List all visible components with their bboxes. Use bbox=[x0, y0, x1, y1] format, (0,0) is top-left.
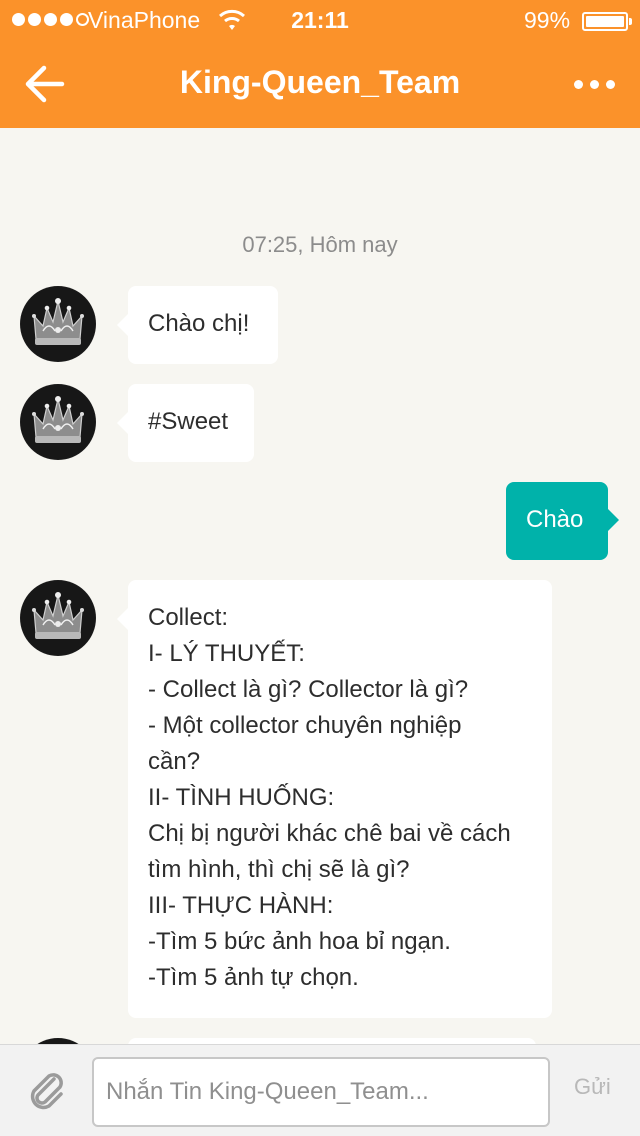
message-list[interactable]: 07:25, Hôm nay Chào chị! #Sweet Chào Col… bbox=[0, 128, 640, 1044]
more-options-icon[interactable] bbox=[574, 72, 616, 96]
message-line: -Tìm 5 bức ảnh hoa bỉ ngạn. bbox=[148, 928, 451, 955]
message-line: - Một collector chuyên nghiệp bbox=[148, 712, 462, 739]
battery-percentage: 99% bbox=[524, 7, 571, 33]
message-line: tìm hình, thì chị sẽ là gì? bbox=[148, 856, 410, 883]
sender-avatar[interactable] bbox=[20, 580, 96, 656]
message-input[interactable] bbox=[92, 1057, 550, 1127]
message-line: - Collect là gì? Collector là gì? bbox=[148, 676, 469, 703]
message-text: #Sweet bbox=[148, 408, 229, 435]
outgoing-message-bubble[interactable]: Chào bbox=[506, 482, 619, 560]
incoming-message-bubble[interactable]: Chào chị! bbox=[117, 286, 278, 364]
paperclip-icon[interactable] bbox=[24, 1067, 70, 1113]
app-header: VinaPhone 21:11 99% King-Queen_Team bbox=[0, 0, 640, 128]
message-text: Chào chị! bbox=[148, 310, 250, 337]
message-line: II- TÌNH HUỐNG: bbox=[148, 784, 335, 811]
message-timestamp: 07:25, Hôm nay bbox=[242, 232, 398, 257]
send-button[interactable]: Gửi bbox=[574, 1074, 611, 1100]
message-composer: Gửi bbox=[0, 1044, 640, 1136]
sender-avatar[interactable] bbox=[20, 286, 96, 362]
battery-icon bbox=[582, 12, 632, 31]
message-line: -Tìm 5 ảnh tự chọn. bbox=[148, 964, 359, 991]
message-line: III- THỰC HÀNH: bbox=[148, 892, 334, 919]
message-line: Chị bị người khác chê bai về cách bbox=[148, 820, 511, 847]
conversation-title: King-Queen_Team bbox=[179, 64, 461, 100]
message-line: Collect: bbox=[148, 604, 229, 631]
incoming-message-bubble[interactable]: #Sweet bbox=[117, 384, 254, 462]
message-text: Chào bbox=[526, 506, 584, 533]
message-line: I- LÝ THUYẾT: bbox=[148, 640, 305, 667]
message-line: cần? bbox=[148, 748, 201, 775]
sender-avatar[interactable] bbox=[20, 384, 96, 460]
status-bar: VinaPhone 21:11 99% bbox=[0, 0, 640, 40]
incoming-message-bubble[interactable]: Collect: I- LÝ THUYẾT: - Collect là gì? … bbox=[117, 580, 552, 1018]
